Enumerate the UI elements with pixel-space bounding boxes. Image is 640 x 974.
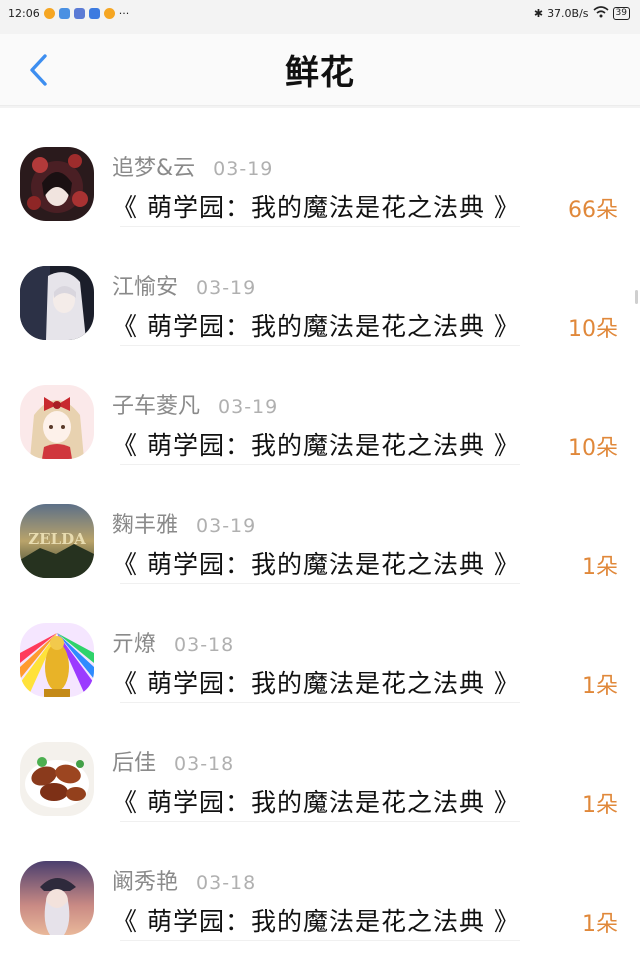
- user-avatar[interactable]: [20, 385, 94, 459]
- date: 03-18: [196, 872, 257, 894]
- list-item[interactable]: 亓燎 03-18 《 萌学园：我的魔法是花之法典 》 1朵: [0, 584, 640, 703]
- list-item[interactable]: 追梦&云 03-19 《 萌学园：我的魔法是花之法典 》 66朵: [0, 108, 640, 227]
- divider: [120, 940, 520, 941]
- app-icon: [73, 7, 85, 19]
- username[interactable]: 阚秀艳: [112, 864, 178, 896]
- list-item[interactable]: 江愉安 03-19 《 萌学园：我的魔法是花之法典 》 10朵: [0, 227, 640, 346]
- status-bar: 12:06 ··· ✱ 37.0B/s 39: [0, 0, 640, 26]
- flower-list: 追梦&云 03-19 《 萌学园：我的魔法是花之法典 》 66朵 江愉安 03-…: [0, 108, 640, 974]
- more-notifications-icon: ···: [118, 6, 130, 20]
- user-avatar[interactable]: [20, 147, 94, 221]
- bluetooth-icon: ✱: [533, 6, 544, 20]
- list-item[interactable]: 后佳 03-18 《 萌学园：我的魔法是花之法典 》 1朵: [0, 703, 640, 822]
- flower-count: 1朵: [582, 555, 618, 580]
- date: 03-18: [174, 753, 235, 775]
- book-title[interactable]: 《 萌学园：我的魔法是花之法典 》: [112, 188, 520, 224]
- username[interactable]: 后佳: [112, 745, 156, 777]
- book-title[interactable]: 《 萌学园：我的魔法是花之法典 》: [112, 664, 520, 700]
- date: 03-19: [196, 515, 257, 537]
- battery-icon: 39: [612, 6, 630, 20]
- svg-text:ZELDA: ZELDA: [28, 530, 86, 548]
- list-item[interactable]: ZELDA 麴丰雅 03-19 《 萌学园：我的魔法是花之法典 》 1朵: [0, 465, 640, 584]
- app-icon-2: [88, 7, 100, 19]
- username[interactable]: 子车菱凡: [112, 388, 200, 420]
- flower-count: 1朵: [582, 793, 618, 818]
- item-meta: 子车菱凡 03-19: [112, 388, 278, 420]
- date: 03-19: [213, 158, 274, 180]
- page-title: 鲜花: [285, 53, 355, 93]
- weibo-icon-2: [103, 7, 115, 19]
- flower-count: 10朵: [568, 317, 618, 342]
- user-avatar[interactable]: [20, 861, 94, 935]
- username[interactable]: 江愉安: [112, 269, 178, 301]
- user-avatar[interactable]: [20, 742, 94, 816]
- app-header: 鲜花: [0, 34, 640, 106]
- wifi-icon: [593, 5, 609, 21]
- list-item[interactable]: 阚秀艳 03-18 《 萌学园：我的魔法是花之法典 》 1朵: [0, 822, 640, 941]
- date: 03-19: [196, 277, 257, 299]
- battery-level: 39: [615, 8, 627, 18]
- network-speed: 37.0B/s: [547, 6, 589, 20]
- book-title[interactable]: 《 萌学园：我的魔法是花之法典 》: [112, 783, 520, 819]
- book-title[interactable]: 《 萌学园：我的魔法是花之法典 》: [112, 545, 520, 581]
- flower-count: 66朵: [568, 198, 618, 223]
- item-meta: 阚秀艳 03-18: [112, 864, 256, 896]
- item-meta: 追梦&云 03-19: [112, 150, 273, 182]
- flower-count: 1朵: [582, 674, 618, 699]
- scrollbar[interactable]: [635, 290, 638, 304]
- status-time: 12:06: [8, 6, 40, 20]
- item-meta: 江愉安 03-19: [112, 269, 256, 301]
- book-title[interactable]: 《 萌学园：我的魔法是花之法典 》: [112, 426, 520, 462]
- book-title[interactable]: 《 萌学园：我的魔法是花之法典 》: [112, 902, 520, 938]
- back-button[interactable]: [18, 48, 58, 92]
- flower-count: 10朵: [568, 436, 618, 461]
- weibo-icon: [43, 7, 55, 19]
- username[interactable]: 追梦&云: [112, 150, 195, 182]
- item-meta: 后佳 03-18: [112, 745, 234, 777]
- user-avatar[interactable]: ZELDA: [20, 504, 94, 578]
- item-meta: 亓燎 03-18: [112, 626, 234, 658]
- username[interactable]: 亓燎: [112, 626, 156, 658]
- chevron-left-icon: [30, 54, 47, 86]
- list-item[interactable]: 子车菱凡 03-19 《 萌学园：我的魔法是花之法典 》 10朵: [0, 346, 640, 465]
- date: 03-19: [218, 396, 279, 418]
- username[interactable]: 麴丰雅: [112, 507, 178, 539]
- cloud-icon: [58, 7, 70, 19]
- user-avatar[interactable]: [20, 266, 94, 340]
- book-title[interactable]: 《 萌学园：我的魔法是花之法典 》: [112, 307, 520, 343]
- user-avatar[interactable]: [20, 623, 94, 697]
- flower-count: 1朵: [582, 912, 618, 937]
- item-meta: 麴丰雅 03-19: [112, 507, 256, 539]
- date: 03-18: [174, 634, 235, 656]
